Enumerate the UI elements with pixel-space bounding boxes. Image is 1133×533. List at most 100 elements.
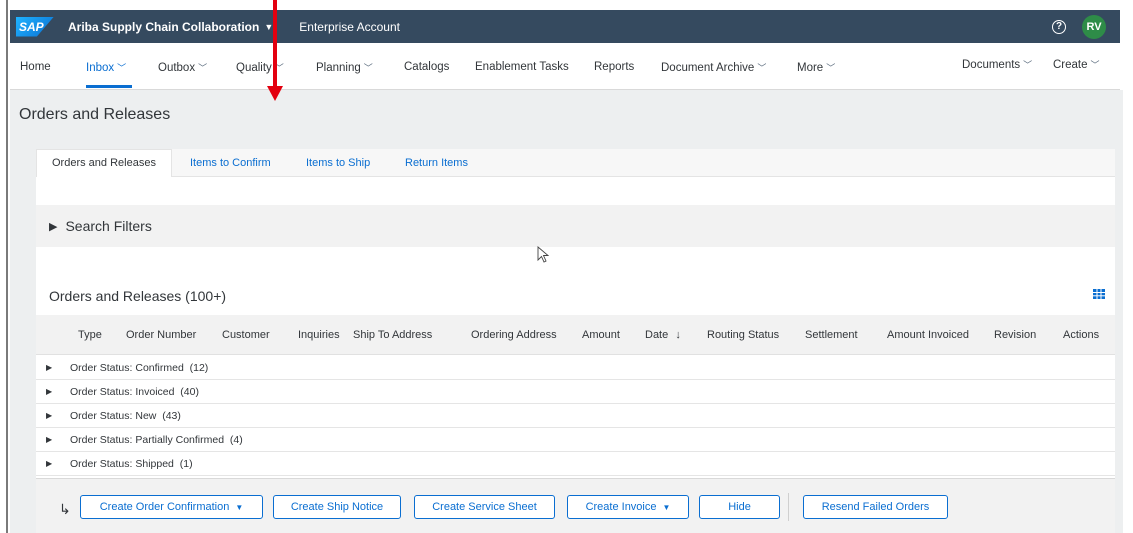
enterprise-account-label[interactable]: Enterprise Account xyxy=(299,20,400,34)
col-amount-invoiced[interactable]: Amount Invoiced xyxy=(887,329,969,341)
nav-create[interactable]: Create ﹀ xyxy=(1053,58,1100,71)
action-footer: ↳ Create Order Confirmation ▼ Create Shi… xyxy=(36,478,1115,533)
chevron-down-icon: ﹀ xyxy=(826,63,836,73)
col-date-label: Date xyxy=(645,329,669,341)
nav-planning-label: Planning xyxy=(316,62,361,74)
chevron-down-icon: ﹀ xyxy=(757,63,767,73)
expand-triangle-icon: ▶ xyxy=(46,387,53,396)
col-revision[interactable]: Revision xyxy=(994,329,1036,341)
col-order-number[interactable]: Order Number xyxy=(126,329,196,341)
group-label: Order Status: New (43) xyxy=(70,409,181,422)
chevron-down-icon: ﹀ xyxy=(1023,60,1033,70)
nav-quality-label: Quality xyxy=(236,62,272,74)
chevron-down-icon: ﹀ xyxy=(274,63,284,73)
create-ship-notice-button[interactable]: Create Ship Notice xyxy=(273,495,401,519)
nav-outbox[interactable]: Outbox ﹀ xyxy=(158,61,207,74)
sort-descending-icon: ↓ xyxy=(675,329,681,341)
selection-return-arrow-icon: ↳ xyxy=(59,501,71,517)
chevron-down-icon: ﹀ xyxy=(198,63,208,73)
help-icon[interactable]: ? xyxy=(1052,19,1066,34)
nav-outbox-label: Outbox xyxy=(158,62,196,74)
table-settings-icon[interactable] xyxy=(1093,289,1105,299)
create-service-sheet-button[interactable]: Create Service Sheet xyxy=(414,495,555,519)
create-order-confirmation-label: Create Order Confirmation xyxy=(99,501,230,513)
nav-document-archive-label: Document Archive xyxy=(661,62,755,74)
expand-triangle-icon: ▶ xyxy=(46,459,53,468)
group-row-shipped[interactable]: ▶ Order Status: Shipped (1) xyxy=(36,452,1115,476)
caret-down-icon: ▼ xyxy=(264,21,274,32)
col-ordering-address[interactable]: Ordering Address xyxy=(471,329,557,341)
expand-triangle-icon: ▶ xyxy=(46,411,53,420)
nav-planning[interactable]: Planning ﹀ xyxy=(316,61,373,74)
shell-bar: SAP Ariba Supply Chain Collaboration ▼ E… xyxy=(10,10,1120,43)
chevron-down-icon: ﹀ xyxy=(1090,60,1100,70)
col-settlement[interactable]: Settlement xyxy=(805,329,858,341)
expand-triangle-icon: ▶ xyxy=(46,435,53,444)
tab-return-items[interactable]: Return Items xyxy=(405,157,468,169)
app-title: Ariba Supply Chain Collaboration xyxy=(68,19,260,34)
group-row-confirmed[interactable]: ▶ Order Status: Confirmed (12) xyxy=(36,356,1115,380)
expand-triangle-icon: ▶ xyxy=(49,220,58,233)
window-frame-edge xyxy=(6,0,8,533)
table-header: Type Order Number Customer Inquiries Shi… xyxy=(36,315,1115,355)
create-invoice-button[interactable]: Create Invoice ▼ xyxy=(567,495,689,519)
search-filters-toggle[interactable]: ▶ Search Filters xyxy=(36,205,1115,247)
caret-down-icon: ▼ xyxy=(235,502,244,512)
mouse-cursor-icon xyxy=(537,246,550,263)
orders-list-title: Orders and Releases (100+) xyxy=(49,288,227,304)
group-label: Order Status: Partially Confirmed (4) xyxy=(70,433,243,446)
nav-create-label: Create xyxy=(1053,59,1088,71)
col-ship-to-address[interactable]: Ship To Address xyxy=(353,329,432,341)
sap-logo[interactable]: SAP xyxy=(16,16,54,37)
main-nav: Home Inbox ﹀ Outbox ﹀ Quality ﹀ Planning ﹀ C… xyxy=(10,43,1120,90)
group-label: Order Status: Invoiced (40) xyxy=(70,385,199,398)
nav-enablement-tasks[interactable]: Enablement Tasks xyxy=(475,61,569,73)
group-row-new[interactable]: ▶ Order Status: New (43) xyxy=(36,404,1115,428)
expand-triangle-icon: ▶ xyxy=(46,363,53,372)
create-order-confirmation-button[interactable]: Create Order Confirmation ▼ xyxy=(80,495,263,519)
nav-inbox-label: Inbox xyxy=(86,62,115,74)
nav-enablement-tasks-label: Enablement Tasks xyxy=(475,61,569,73)
nav-catalogs-label: Catalogs xyxy=(404,61,450,73)
col-inquiries[interactable]: Inquiries xyxy=(298,329,340,341)
nav-documents-label: Documents xyxy=(962,59,1021,71)
col-customer[interactable]: Customer xyxy=(222,329,270,341)
nav-active-indicator xyxy=(86,85,132,88)
tab-items-to-ship[interactable]: Items to Ship xyxy=(306,157,370,169)
content-panel: ▶ Search Filters Orders and Releases (10… xyxy=(36,177,1115,533)
page-title: Orders and Releases xyxy=(19,106,171,123)
nav-document-archive[interactable]: Document Archive ﹀ xyxy=(661,61,766,74)
nav-reports-label: Reports xyxy=(594,61,635,73)
group-label: Order Status: Shipped (1) xyxy=(70,457,193,470)
group-label: Order Status: Confirmed (12) xyxy=(70,361,209,374)
resend-failed-orders-button[interactable]: Resend Failed Orders xyxy=(803,495,948,519)
col-actions[interactable]: Actions xyxy=(1063,329,1099,341)
col-amount[interactable]: Amount xyxy=(582,329,620,341)
group-row-invoiced[interactable]: ▶ Order Status: Invoiced (40) xyxy=(36,380,1115,404)
col-routing-status[interactable]: Routing Status xyxy=(707,329,779,341)
avatar[interactable]: RV xyxy=(1082,14,1106,39)
nav-reports[interactable]: Reports xyxy=(594,61,634,73)
col-type[interactable]: Type xyxy=(78,329,102,341)
nav-home-label: Home xyxy=(20,61,51,73)
col-date[interactable]: Date ↓ xyxy=(645,329,681,341)
nav-catalogs[interactable]: Catalogs xyxy=(404,61,449,73)
chevron-down-icon: ﹀ xyxy=(117,63,127,73)
nav-inbox[interactable]: Inbox ﹀ xyxy=(86,61,126,74)
caret-down-icon: ▼ xyxy=(662,502,671,512)
nav-more-label: More xyxy=(797,62,824,74)
button-separator xyxy=(788,493,789,521)
nav-documents[interactable]: Documents ﹀ xyxy=(962,58,1032,71)
nav-quality[interactable]: Quality ﹀ xyxy=(236,61,284,74)
tab-orders-and-releases[interactable]: Orders and Releases xyxy=(52,157,156,169)
tab-items-to-confirm[interactable]: Items to Confirm xyxy=(190,157,271,169)
page-container: Orders and Releases Orders and Releases … xyxy=(10,90,1123,533)
group-row-partially-confirmed[interactable]: ▶ Order Status: Partially Confirmed (4) xyxy=(36,428,1115,452)
hide-button[interactable]: Hide xyxy=(699,495,780,519)
create-invoice-label: Create Invoice xyxy=(585,501,657,513)
chevron-down-icon: ﹀ xyxy=(363,63,373,73)
tab-bar: Orders and Releases Items to Confirm Ite… xyxy=(36,149,1115,177)
nav-home[interactable]: Home xyxy=(20,61,51,73)
nav-more[interactable]: More ﹀ xyxy=(797,61,835,74)
app-title-menu[interactable]: Ariba Supply Chain Collaboration ▼ xyxy=(68,20,273,34)
